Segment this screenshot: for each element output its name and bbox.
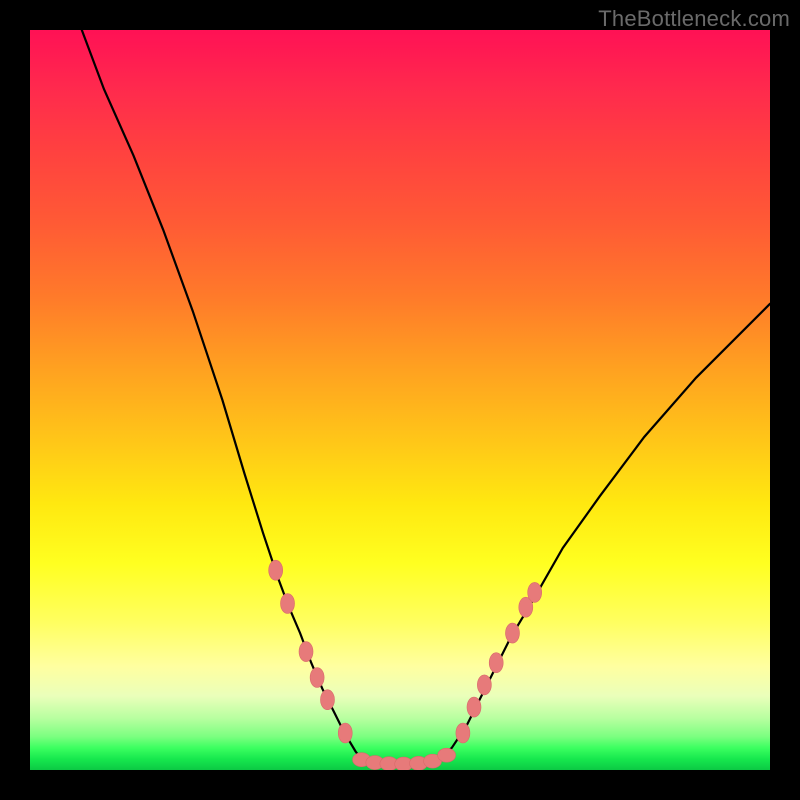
curve-markers <box>269 560 542 770</box>
curve-path <box>82 30 770 764</box>
marker-right-1 <box>467 697 481 717</box>
marker-right-6 <box>528 582 542 602</box>
bottleneck-curve <box>82 30 770 764</box>
chart-svg <box>30 30 770 770</box>
plot-area <box>30 30 770 770</box>
marker-left-2 <box>299 642 313 662</box>
marker-right-3 <box>489 653 503 673</box>
marker-left-1 <box>281 594 295 614</box>
marker-left-5 <box>338 723 352 743</box>
marker-right-0 <box>456 723 470 743</box>
marker-left-4 <box>320 690 334 710</box>
marker-right-2 <box>477 675 491 695</box>
marker-bottom-6 <box>438 748 456 762</box>
chart-frame: TheBottleneck.com <box>0 0 800 800</box>
marker-left-3 <box>310 668 324 688</box>
marker-right-4 <box>505 623 519 643</box>
marker-left-0 <box>269 560 283 580</box>
watermark-text: TheBottleneck.com <box>598 6 790 32</box>
